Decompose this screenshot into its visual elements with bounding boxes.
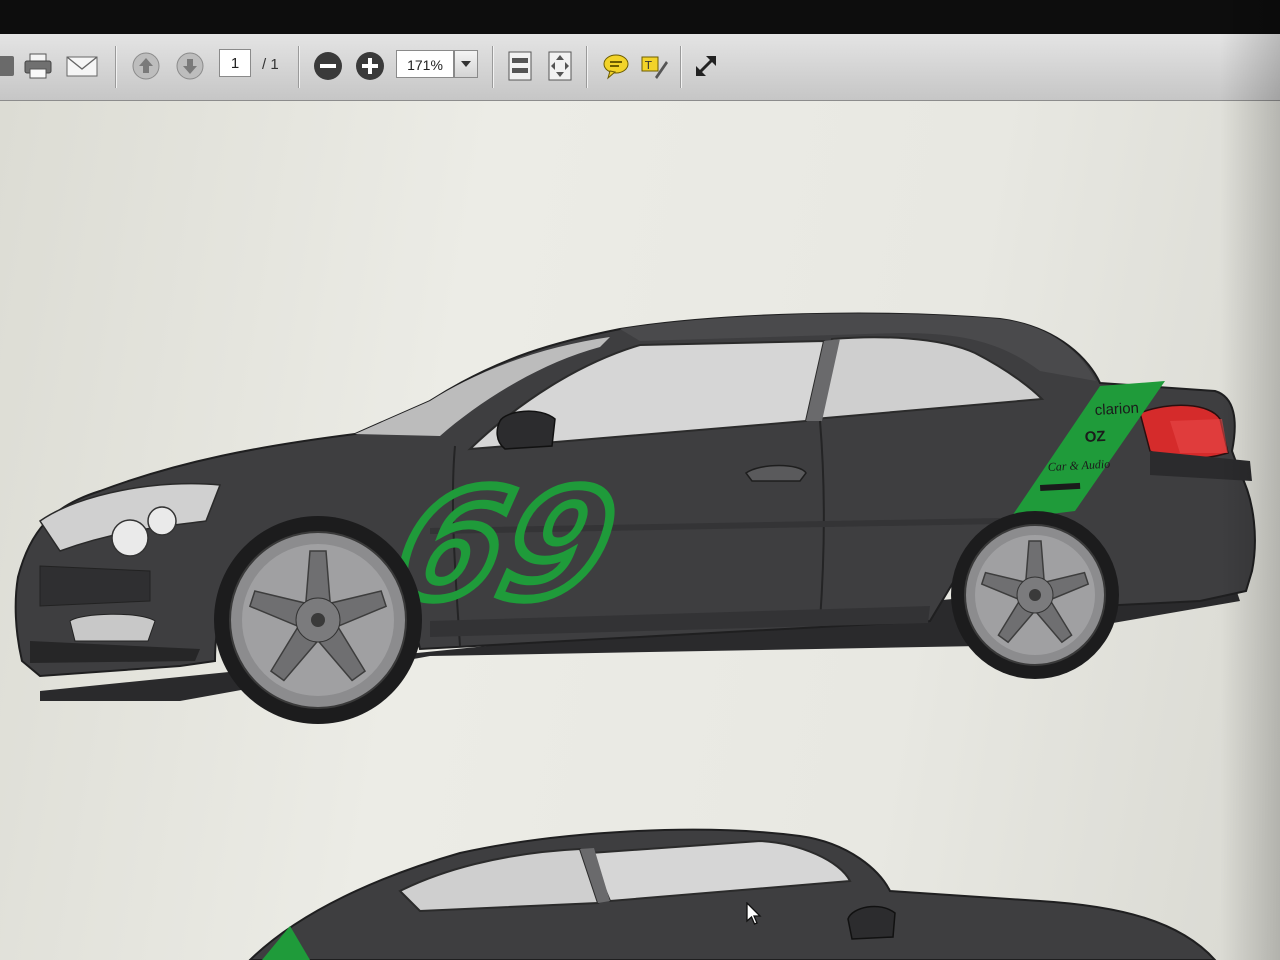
front-wheel bbox=[214, 516, 422, 724]
previous-page-button[interactable] bbox=[128, 48, 164, 84]
fit-page-button[interactable] bbox=[502, 48, 538, 84]
car-side-view: clarion OZ Car & Audio 69 bbox=[14, 312, 1256, 724]
sponsor-clarion: clarion bbox=[1094, 400, 1139, 419]
save-icon bbox=[0, 56, 14, 76]
toolbar-separator bbox=[115, 46, 116, 88]
arrow-down-icon bbox=[176, 52, 204, 80]
save-button[interactable] bbox=[0, 48, 22, 84]
mouse-pointer-icon bbox=[746, 902, 762, 925]
fit-width-icon bbox=[548, 51, 572, 81]
zoom-dropdown-button[interactable] bbox=[454, 50, 478, 78]
zoom-level-input[interactable]: 171% bbox=[396, 50, 454, 78]
next-page-button[interactable] bbox=[172, 48, 208, 84]
full-screen-button[interactable] bbox=[688, 48, 724, 84]
toolbar-separator bbox=[680, 46, 681, 88]
fit-width-button[interactable] bbox=[542, 48, 578, 84]
print-button[interactable] bbox=[20, 48, 56, 84]
car-livery-drawing: clarion OZ Car & Audio 69 bbox=[14, 312, 1256, 960]
fit-page-icon bbox=[508, 51, 532, 81]
svg-text:T: T bbox=[644, 59, 652, 72]
envelope-icon bbox=[66, 56, 98, 77]
printer-icon bbox=[24, 53, 52, 79]
sponsor-oz: OZ bbox=[1084, 428, 1106, 446]
highlight-text-button[interactable]: T bbox=[636, 48, 672, 84]
comment-button[interactable] bbox=[598, 48, 634, 84]
minus-circle-icon bbox=[314, 52, 342, 80]
page-total-label: / 1 bbox=[262, 56, 279, 73]
highlighter-icon: T bbox=[641, 56, 668, 79]
pdf-toolbar: T bbox=[0, 34, 1280, 101]
plus-circle-icon bbox=[356, 52, 384, 80]
car-side-view-2 bbox=[248, 828, 1217, 960]
chevron-down-icon bbox=[461, 61, 471, 67]
toolbar-separator bbox=[492, 46, 493, 88]
document-page: clarion OZ Car & Audio 69 bbox=[0, 101, 1280, 960]
zoom-out-button[interactable] bbox=[310, 48, 346, 84]
speech-bubble-icon bbox=[603, 54, 629, 80]
zoom-in-button[interactable] bbox=[352, 48, 388, 84]
rear-wheel bbox=[951, 511, 1119, 679]
toolbar-separator bbox=[298, 46, 299, 88]
arrow-up-icon bbox=[132, 52, 160, 80]
page-number-input[interactable]: 1 bbox=[219, 49, 251, 77]
email-button[interactable] bbox=[64, 48, 100, 84]
expand-arrows-icon bbox=[695, 55, 717, 77]
toolbar-separator bbox=[586, 46, 587, 88]
